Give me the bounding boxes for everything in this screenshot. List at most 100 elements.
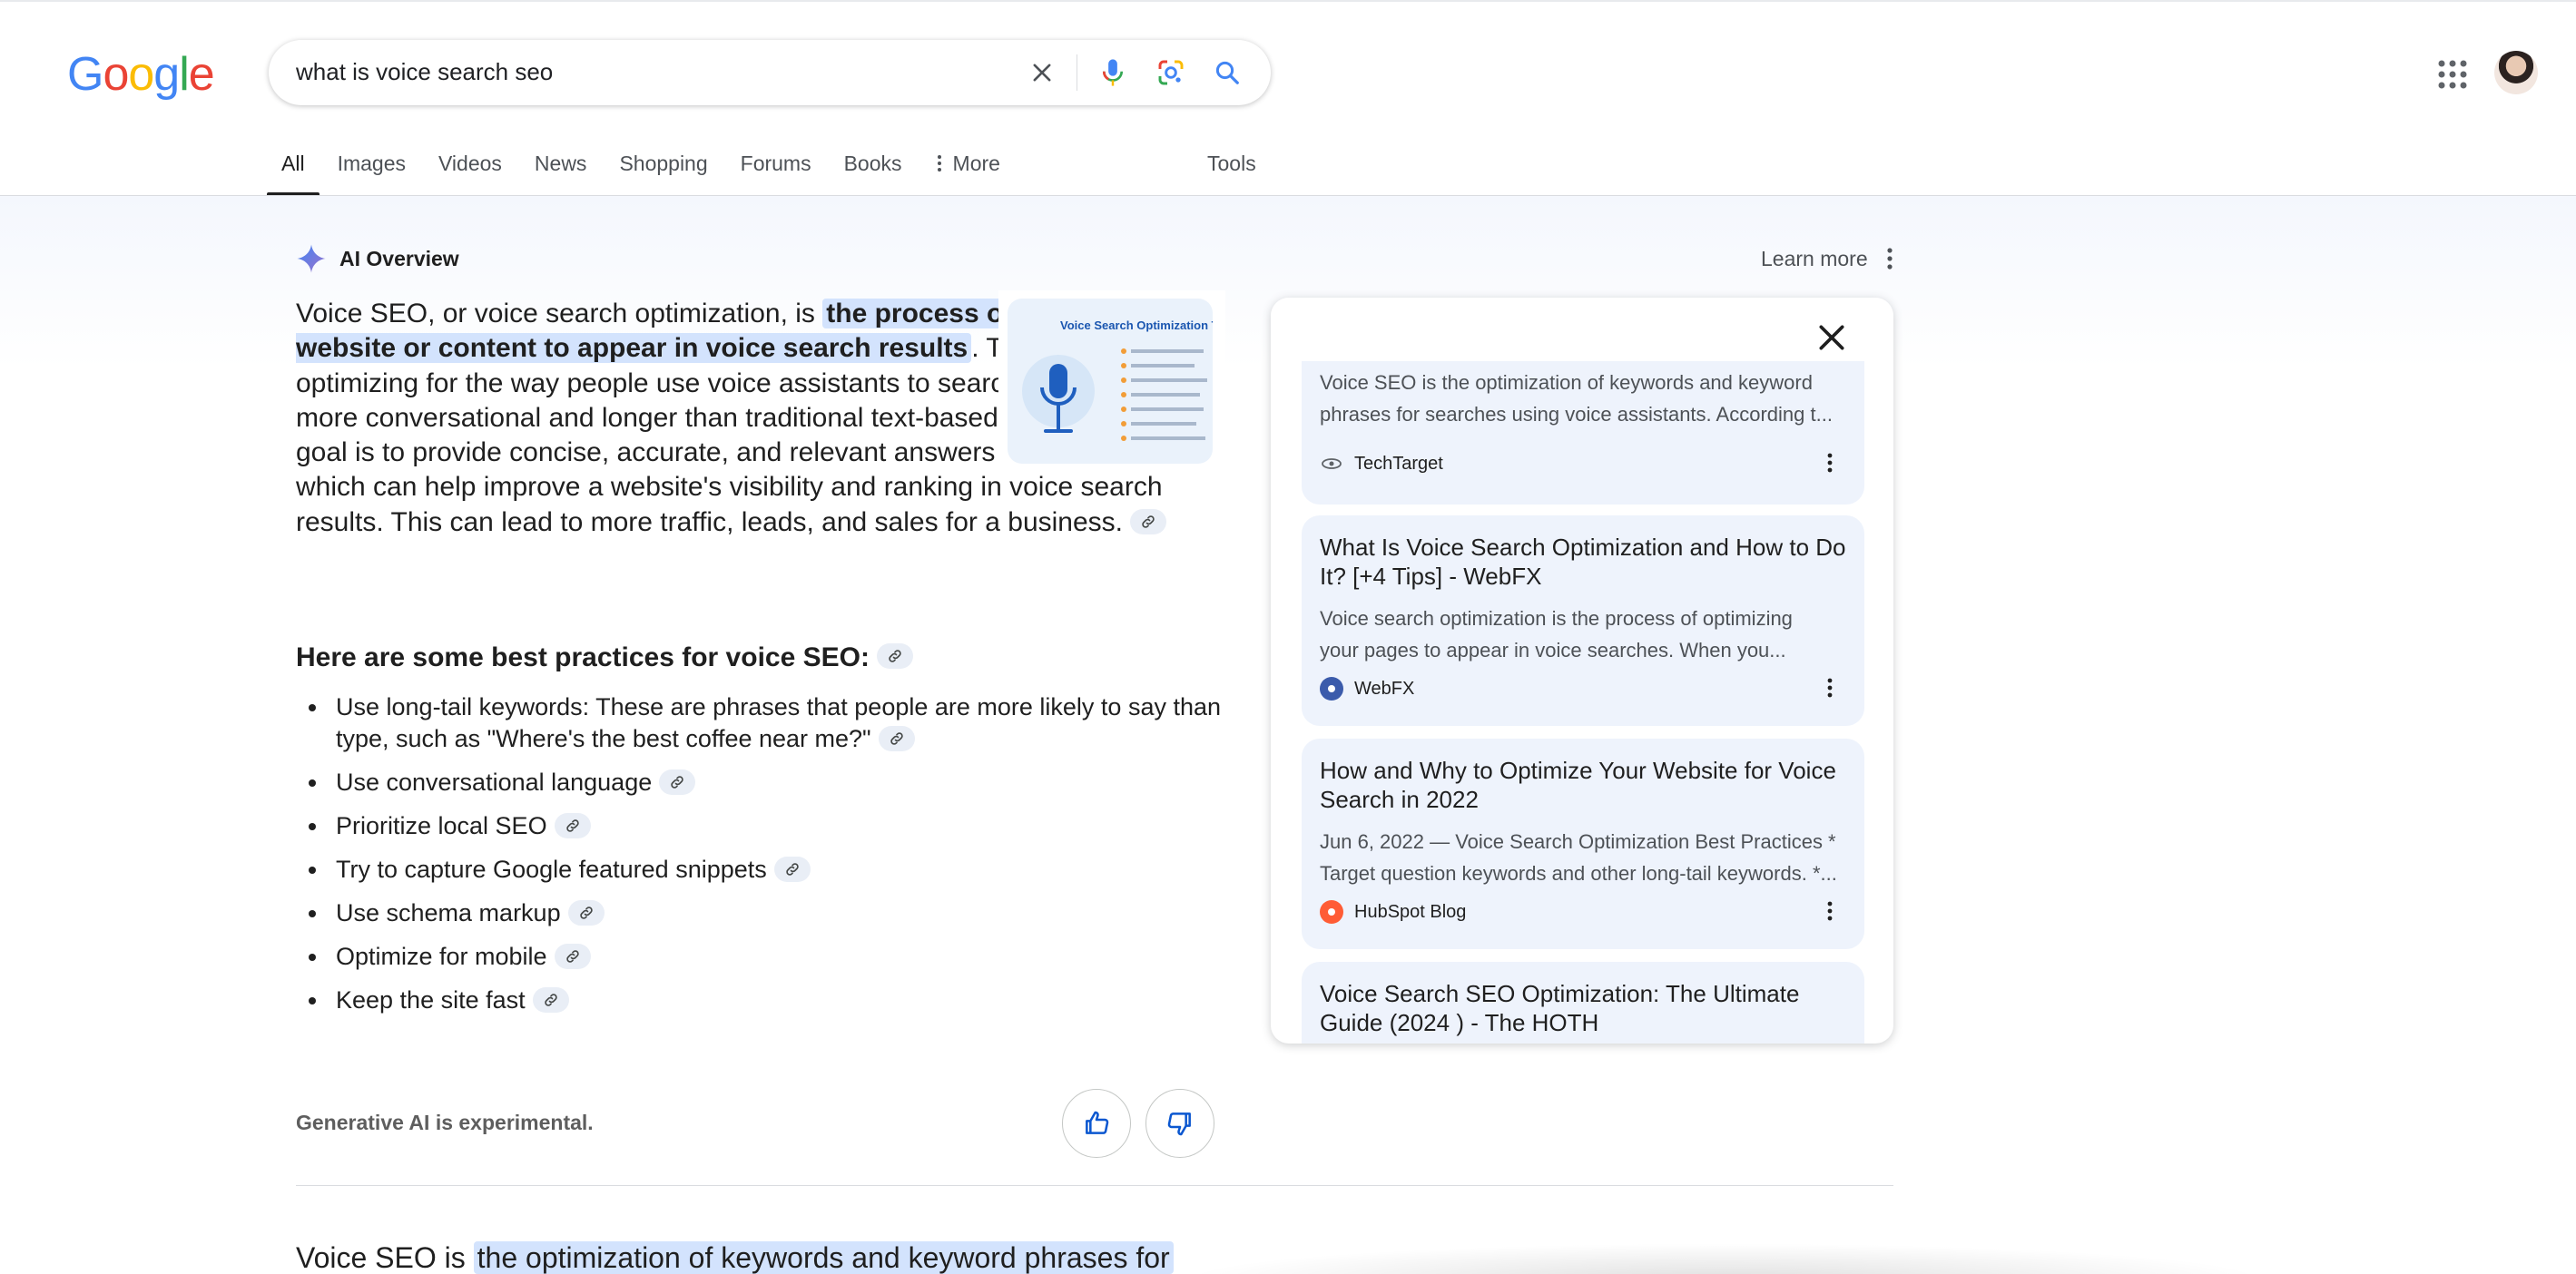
- best-practices-heading: Here are some best practices for voice S…: [296, 642, 913, 673]
- tab-label: Videos: [438, 152, 502, 175]
- best-practices-heading-text: Here are some best practices for voice S…: [296, 642, 870, 672]
- tab-images[interactable]: Images: [338, 149, 406, 176]
- tab-label: Images: [337, 152, 406, 175]
- site-favicon-icon: [1320, 900, 1343, 924]
- best-practice-text: Prioritize local SEO: [336, 812, 547, 839]
- tab-label: All: [281, 152, 305, 175]
- more-options-icon[interactable]: [1821, 675, 1839, 701]
- result-preview-highlight: the optimization of keywords and keyword…: [473, 1241, 1174, 1274]
- tab-label: Books: [843, 152, 902, 175]
- snippet-line: Voice SEO is the optimization of keyword…: [1320, 371, 1813, 394]
- gemini-sparkle-icon: [297, 244, 326, 273]
- list-item: Prioritize local SEO: [296, 810, 1222, 842]
- source-attribution: TechTarget: [1320, 452, 1443, 475]
- list-item: Use schema markup: [296, 897, 1222, 929]
- source-snippet: Voice SEO is the optimization of keyword…: [1320, 367, 1846, 430]
- source-name: WebFX: [1354, 678, 1415, 699]
- best-practice-text: Keep the site fast: [336, 986, 526, 1014]
- best-practice-text: Use conversational language: [336, 769, 653, 796]
- tab-books[interactable]: Books: [844, 149, 902, 176]
- tools-button[interactable]: Tools: [1207, 152, 1256, 176]
- panel-header: [1271, 298, 1893, 361]
- thumbnail-title: Voice Search Optimization Tips: [1060, 318, 1213, 332]
- list-item: Keep the site fast: [296, 985, 1222, 1016]
- section-divider: [296, 1185, 1893, 1186]
- snippet-line: phrases for searches using voice assista…: [1320, 403, 1833, 426]
- citation-link-icon[interactable]: [532, 986, 569, 1013]
- source-name: TechTarget: [1354, 453, 1443, 474]
- more-options-icon[interactable]: [1821, 898, 1839, 924]
- tab-videos[interactable]: Videos: [438, 149, 502, 176]
- source-attribution: WebFX: [1320, 677, 1414, 701]
- search-input[interactable]: what is voice search seo: [296, 58, 553, 86]
- citation-link-icon[interactable]: [773, 856, 811, 882]
- search-tabs: All Images Videos News Shopping Forums Books Mo…: [267, 149, 1033, 196]
- avatar[interactable]: [2494, 51, 2538, 94]
- more-options-icon[interactable]: [1821, 450, 1839, 475]
- source-card[interactable]: How and Why to Optimize Your Website for…: [1302, 739, 1864, 949]
- list-item: Optimize for mobile: [296, 941, 1222, 973]
- snippet-line: Jun 6, 2022 — Voice Search Optimization …: [1320, 830, 1836, 853]
- google-logo[interactable]: Google: [67, 47, 215, 102]
- source-card[interactable]: What Is Voice Search Optimization and Ho…: [1302, 515, 1864, 726]
- list-item: Try to capture Google featured snippets: [296, 854, 1222, 886]
- citation-link-icon[interactable]: [554, 943, 591, 969]
- tab-forums[interactable]: Forums: [741, 149, 811, 176]
- summary-prefix: Voice SEO, or voice search optimization,…: [296, 299, 823, 328]
- source-snippet: Voice search optimization is the process…: [1320, 603, 1846, 666]
- top-border: [0, 0, 2576, 2]
- tab-label: News: [534, 152, 587, 175]
- source-title[interactable]: Voice Search SEO Optimization: The Ultim…: [1320, 980, 1855, 1037]
- result-preview: Voice SEO is the optimization of keyword…: [296, 1240, 1174, 1274]
- source-title[interactable]: What Is Voice Search Optimization and Ho…: [1320, 534, 1855, 591]
- thumbnail-image[interactable]: Voice Search Optimization Tips: [1008, 299, 1213, 464]
- snippet-line: your pages to appear in voice searches. …: [1320, 639, 1786, 662]
- source-card[interactable]: Voice Search SEO Optimization: The Ultim…: [1302, 962, 1864, 1044]
- citation-link-icon[interactable]: [659, 769, 696, 795]
- thumbs-up-icon[interactable]: [1062, 1089, 1131, 1158]
- more-options-icon[interactable]: [1879, 245, 1901, 272]
- apps-grid-icon[interactable]: [2436, 58, 2469, 91]
- site-favicon-icon: [1320, 677, 1343, 701]
- ai-overview-title: AI Overview: [339, 246, 459, 270]
- citation-link-icon[interactable]: [1130, 508, 1167, 534]
- snippet-line: Voice search optimization is the process…: [1320, 607, 1793, 630]
- logo-letter: o: [128, 48, 154, 101]
- source-attribution: HubSpot Blog: [1320, 900, 1466, 924]
- snippet-line: Target question keywords and other long-…: [1320, 862, 1837, 885]
- close-icon[interactable]: [1026, 56, 1058, 89]
- citation-link-icon[interactable]: [876, 643, 913, 669]
- tab-all[interactable]: All: [267, 149, 319, 196]
- source-name: HubSpot Blog: [1354, 901, 1467, 922]
- source-snippet: Jun 6, 2022 — Voice Search Optimization …: [1320, 826, 1846, 889]
- tab-label: Forums: [740, 152, 811, 175]
- best-practice-text: Use long-tail keywords: These are phrase…: [336, 693, 1222, 752]
- tab-news[interactable]: News: [535, 149, 587, 176]
- logo-letter: g: [153, 48, 180, 101]
- logo-letter: l: [179, 48, 190, 101]
- close-panel-icon[interactable]: [1814, 319, 1850, 356]
- microphone-icon[interactable]: [1096, 56, 1129, 89]
- more-vertical-icon: [937, 155, 941, 172]
- lens-camera-icon[interactable]: [1155, 56, 1187, 89]
- sources-panel: Voice SEO is the optimization of keyword…: [1271, 298, 1893, 1044]
- search-icon[interactable]: [1211, 56, 1244, 89]
- tab-more[interactable]: More: [935, 149, 1000, 176]
- logo-letter: G: [67, 48, 103, 101]
- list-item: Use conversational language: [296, 767, 1222, 799]
- best-practice-text: Use schema markup: [336, 899, 561, 926]
- citation-link-icon[interactable]: [554, 812, 591, 838]
- source-title[interactable]: How and Why to Optimize Your Website for…: [1320, 757, 1855, 814]
- logo-letter: e: [188, 48, 215, 101]
- thumbs-down-icon[interactable]: [1145, 1089, 1214, 1158]
- ai-overview-header: AI Overview: [296, 243, 459, 274]
- citation-link-icon[interactable]: [567, 899, 605, 926]
- site-favicon-icon: [1320, 452, 1343, 475]
- search-box[interactable]: what is voice search seo: [269, 40, 1271, 105]
- learn-more-link[interactable]: Learn more: [1761, 247, 1868, 271]
- logo-letter: o: [103, 48, 129, 101]
- result-preview-prefix: Voice SEO is: [296, 1241, 474, 1274]
- citation-link-icon[interactable]: [878, 725, 915, 751]
- scroll-shadow: [1180, 1243, 2269, 1274]
- tab-shopping[interactable]: Shopping: [619, 149, 707, 176]
